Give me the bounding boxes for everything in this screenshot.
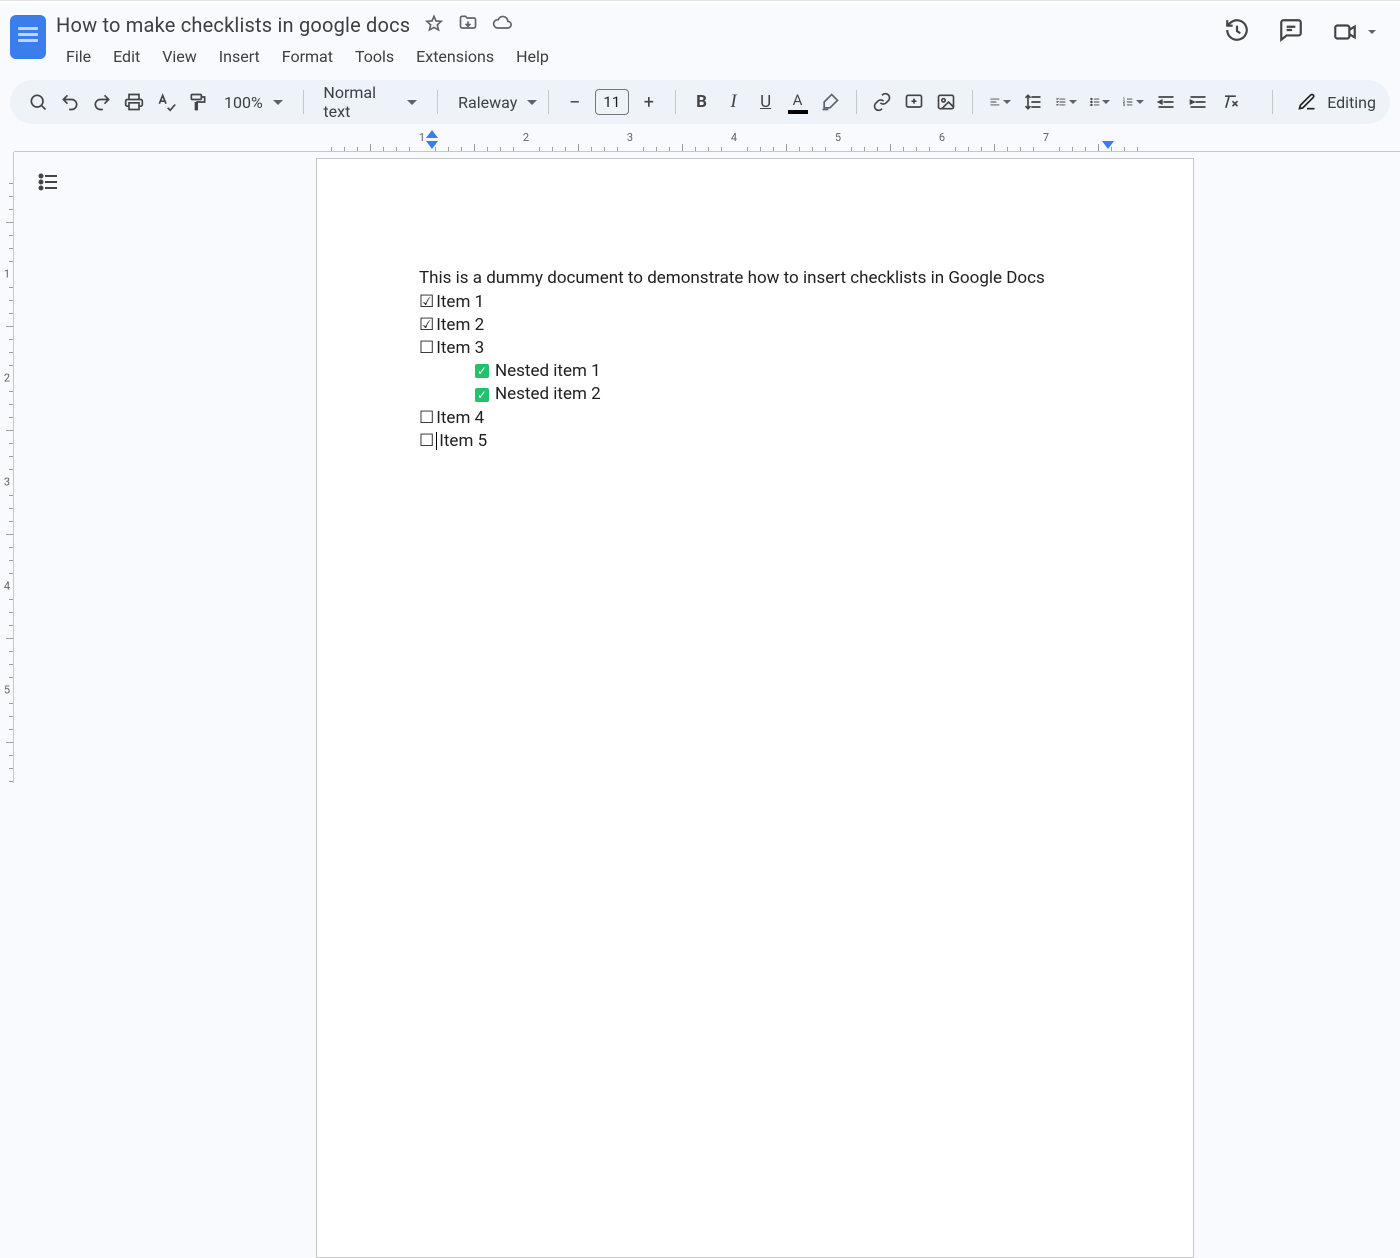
doc-paragraph[interactable]: This is a dummy document to demonstrate … xyxy=(419,267,1091,289)
print-button[interactable] xyxy=(120,87,148,117)
chevron-down-icon xyxy=(1136,100,1144,104)
font-increase-button[interactable]: + xyxy=(635,87,663,117)
paint-format-button[interactable] xyxy=(184,87,212,117)
text-color-button[interactable]: A xyxy=(784,87,812,117)
checklist-item[interactable]: ☑Item 1 xyxy=(419,291,1091,313)
chevron-down-icon xyxy=(1069,100,1077,104)
checklist-item[interactable]: ☑Item 2 xyxy=(419,314,1091,336)
vertical-ruler[interactable]: 12345 xyxy=(0,152,14,783)
menu-tools[interactable]: Tools xyxy=(345,43,404,70)
text-cursor xyxy=(436,432,437,450)
chevron-down-icon xyxy=(1102,100,1110,104)
zoom-dropdown[interactable]: 100% xyxy=(216,93,291,112)
checklist-item[interactable]: ☐Item 5 xyxy=(419,430,1091,452)
checkbox-icon[interactable]: ☑ xyxy=(419,291,434,313)
comments-icon[interactable] xyxy=(1278,17,1304,47)
clear-formatting-button[interactable] xyxy=(1216,87,1244,117)
underline-button[interactable]: U xyxy=(752,87,780,117)
menu-format[interactable]: Format xyxy=(272,43,343,70)
menu-edit[interactable]: Edit xyxy=(103,43,150,70)
checklist-item[interactable]: ☐Item 4 xyxy=(419,407,1091,429)
menu-bar: File Edit View Insert Format Tools Exten… xyxy=(56,43,1214,70)
checkbox-checked-icon[interactable] xyxy=(475,364,489,378)
meet-icon[interactable] xyxy=(1332,19,1376,45)
bulleted-list-button[interactable] xyxy=(1085,87,1115,117)
decrease-indent-button[interactable] xyxy=(1152,87,1180,117)
font-decrease-button[interactable]: − xyxy=(561,87,589,117)
editing-mode-button[interactable]: Editing xyxy=(1248,90,1376,114)
chevron-down-icon xyxy=(273,100,283,105)
checklist-button[interactable] xyxy=(1051,87,1081,117)
menu-help[interactable]: Help xyxy=(506,43,559,70)
redo-button[interactable] xyxy=(88,87,116,117)
right-indent-marker[interactable] xyxy=(1102,141,1114,149)
star-icon[interactable] xyxy=(424,13,444,37)
menu-view[interactable]: View xyxy=(152,43,207,70)
link-button[interactable] xyxy=(868,87,896,117)
font-dropdown[interactable]: Raleway xyxy=(450,93,536,112)
highlight-button[interactable] xyxy=(816,87,844,117)
chevron-down-icon xyxy=(407,100,417,105)
checkbox-icon[interactable]: ☐ xyxy=(419,407,434,429)
checkbox-icon[interactable]: ☑ xyxy=(419,314,434,336)
numbered-list-button[interactable]: 123 xyxy=(1118,87,1148,117)
left-indent-marker[interactable] xyxy=(426,141,438,149)
history-icon[interactable] xyxy=(1224,17,1250,47)
checkbox-icon[interactable]: ☐ xyxy=(419,337,434,359)
spellcheck-button[interactable] xyxy=(152,87,180,117)
chevron-down-icon xyxy=(1368,30,1376,34)
menu-file[interactable]: File xyxy=(56,43,101,70)
checkbox-icon[interactable]: ☐ xyxy=(419,430,434,452)
editing-mode-label: Editing xyxy=(1327,93,1376,112)
undo-button[interactable] xyxy=(56,87,84,117)
menu-insert[interactable]: Insert xyxy=(209,43,270,70)
font-size-input[interactable]: 11 xyxy=(595,89,629,115)
cloud-status-icon[interactable] xyxy=(492,13,512,37)
toolbar: 100% Normal text Raleway − 11 + B I U A … xyxy=(10,80,1390,124)
svg-text:3: 3 xyxy=(1123,103,1125,107)
checkbox-checked-icon[interactable] xyxy=(475,388,489,402)
italic-button[interactable]: I xyxy=(720,87,748,117)
checklist-nested-item[interactable]: Nested item 2 xyxy=(419,383,1091,405)
document-title[interactable]: How to make checklists in google docs xyxy=(56,13,410,37)
line-spacing-button[interactable] xyxy=(1019,87,1047,117)
chevron-down-icon xyxy=(1003,100,1011,104)
align-button[interactable] xyxy=(985,87,1015,117)
insert-image-button[interactable] xyxy=(932,87,960,117)
first-line-indent-marker[interactable] xyxy=(426,130,438,138)
menu-extensions[interactable]: Extensions xyxy=(406,43,504,70)
add-comment-button[interactable] xyxy=(900,87,928,117)
chevron-down-icon xyxy=(527,100,537,105)
document-outline-button[interactable] xyxy=(36,170,60,198)
docs-logo[interactable] xyxy=(10,15,46,59)
search-icon[interactable] xyxy=(24,87,52,117)
horizontal-ruler[interactable]: 1234567 xyxy=(14,128,1400,152)
checklist-nested-item[interactable]: Nested item 1 xyxy=(419,360,1091,382)
document-page[interactable]: This is a dummy document to demonstrate … xyxy=(316,158,1194,1258)
bold-button[interactable]: B xyxy=(688,87,716,117)
move-icon[interactable] xyxy=(458,13,478,37)
increase-indent-button[interactable] xyxy=(1184,87,1212,117)
titlebar: How to make checklists in google docs Fi… xyxy=(0,3,1400,70)
style-dropdown[interactable]: Normal text xyxy=(315,83,425,121)
checklist-item[interactable]: ☐Item 3 xyxy=(419,337,1091,359)
